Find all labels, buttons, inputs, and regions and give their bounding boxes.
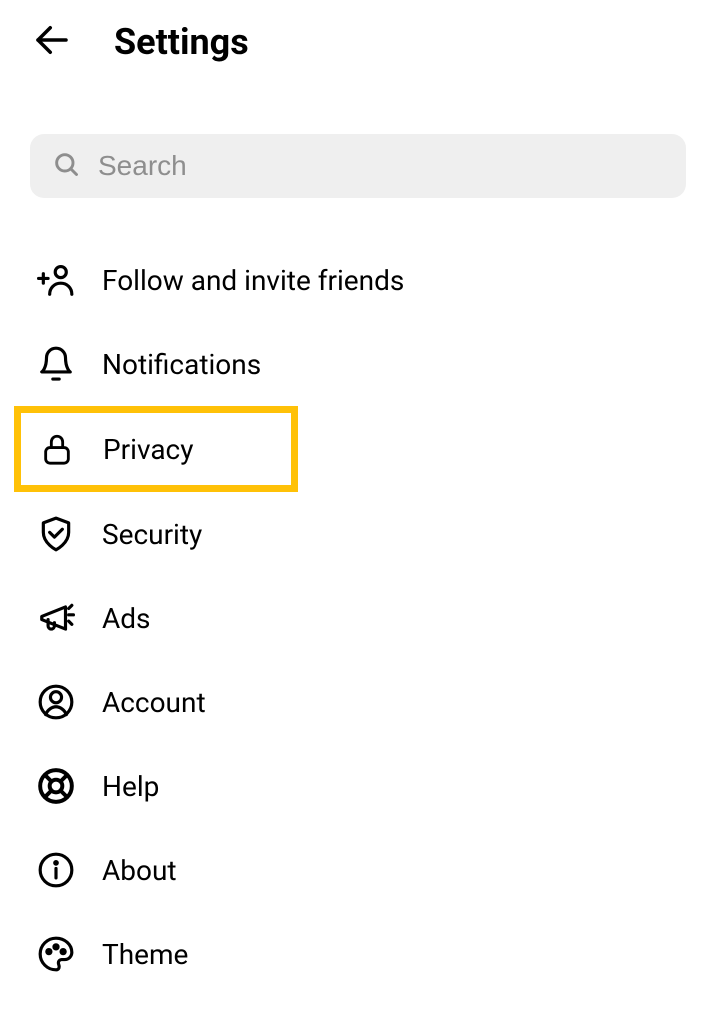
menu-item-theme[interactable]: Theme bbox=[0, 912, 716, 996]
menu-item-label: Privacy bbox=[103, 433, 193, 466]
menu-list: Follow and invite friends Notifications … bbox=[0, 218, 716, 1016]
search-box[interactable] bbox=[30, 134, 686, 198]
menu-item-label: Ads bbox=[102, 602, 151, 635]
menu-item-notifications[interactable]: Notifications bbox=[0, 322, 716, 406]
menu-item-label: Theme bbox=[102, 938, 188, 971]
search-container bbox=[30, 134, 686, 198]
menu-item-label: Help bbox=[102, 770, 159, 803]
arrow-left-icon bbox=[31, 19, 73, 65]
add-user-icon bbox=[36, 260, 76, 300]
menu-item-label: Account bbox=[102, 686, 206, 719]
palette-icon bbox=[36, 934, 76, 974]
search-input[interactable] bbox=[98, 150, 664, 182]
menu-item-label: Follow and invite friends bbox=[102, 264, 404, 297]
shield-check-icon bbox=[36, 514, 76, 554]
megaphone-icon bbox=[36, 598, 76, 638]
menu-item-account[interactable]: Account bbox=[0, 660, 716, 744]
menu-item-about[interactable]: About bbox=[0, 828, 716, 912]
back-button[interactable] bbox=[30, 20, 74, 64]
page-title: Settings bbox=[114, 21, 249, 63]
search-icon bbox=[52, 150, 80, 182]
help-icon bbox=[36, 766, 76, 806]
menu-item-label: Notifications bbox=[102, 348, 261, 381]
info-icon bbox=[36, 850, 76, 890]
menu-item-privacy[interactable]: Privacy bbox=[14, 406, 298, 492]
menu-item-follow-invite[interactable]: Follow and invite friends bbox=[0, 238, 716, 322]
lock-icon bbox=[37, 429, 77, 469]
menu-item-label: Security bbox=[102, 518, 202, 551]
bell-icon bbox=[36, 344, 76, 384]
account-icon bbox=[36, 682, 76, 722]
menu-item-security[interactable]: Security bbox=[0, 492, 716, 576]
header: Settings bbox=[0, 0, 716, 84]
menu-item-help[interactable]: Help bbox=[0, 744, 716, 828]
menu-item-label: About bbox=[102, 854, 177, 887]
menu-item-ads[interactable]: Ads bbox=[0, 576, 716, 660]
